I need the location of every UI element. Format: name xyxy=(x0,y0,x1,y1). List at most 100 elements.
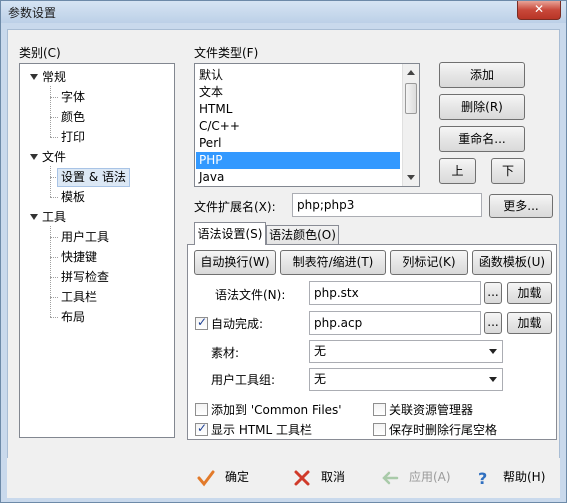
filetype-scrollbar[interactable] xyxy=(402,64,419,186)
cancel-label: 取消 xyxy=(321,470,346,484)
expand-triangle-icon[interactable] xyxy=(30,154,38,160)
load-syntax-button[interactable]: 加载 xyxy=(507,282,552,304)
function-template-button[interactable]: 函数模板(U) xyxy=(472,250,552,275)
add-common-files-checkbox[interactable] xyxy=(195,403,208,416)
cancel-button[interactable]: 取消 xyxy=(293,468,345,487)
ok-label: 确定 xyxy=(225,470,250,484)
tree-connector xyxy=(50,86,51,137)
apply-label: 应用(A) xyxy=(409,470,451,484)
filetype-label: 文件类型(F) xyxy=(194,46,259,60)
tree-connector xyxy=(50,137,58,138)
extension-input[interactable]: php;php3 xyxy=(292,193,482,217)
syntax-file-label: 语法文件(N): xyxy=(215,288,286,302)
auto-wrap-button[interactable]: 自动换行(W) xyxy=(194,250,276,275)
tree-connector xyxy=(50,97,58,98)
usertool-group-select[interactable]: 无 xyxy=(309,368,503,391)
list-item[interactable]: C/C++ xyxy=(196,118,400,135)
syntax-file-input[interactable]: php.stx xyxy=(309,281,481,305)
associate-explorer-label: 关联资源管理器 xyxy=(389,403,474,417)
tree-connector xyxy=(50,237,58,238)
tree-connector xyxy=(50,226,51,317)
tree-item-file[interactable]: 文件 xyxy=(42,149,66,166)
delete-button[interactable]: 删除(R) xyxy=(439,94,525,120)
expand-triangle-icon[interactable] xyxy=(30,214,38,220)
tree-item-tools[interactable]: 工具 xyxy=(42,209,66,226)
tree-connector xyxy=(50,117,58,118)
close-icon: ✕ xyxy=(533,2,545,16)
scroll-down-icon[interactable] xyxy=(407,175,415,180)
browse-syntax-button[interactable]: ... xyxy=(484,282,502,304)
ok-button[interactable]: 确定 xyxy=(197,468,249,487)
list-item[interactable]: 文本 xyxy=(196,84,400,101)
tree-item-template[interactable]: 模板 xyxy=(61,189,85,206)
help-label: 帮助(H) xyxy=(503,470,546,484)
check-icon xyxy=(197,470,215,486)
tree-item-shortcuts[interactable]: 快捷键 xyxy=(61,249,97,266)
expand-triangle-icon[interactable] xyxy=(30,74,38,80)
move-down-button[interactable]: 下 xyxy=(491,158,525,184)
tree-item-print[interactable]: 打印 xyxy=(61,129,85,146)
tree-item-user-tools[interactable]: 用户工具 xyxy=(61,229,109,246)
tree-item-general[interactable]: 常规 xyxy=(42,69,66,86)
list-item[interactable]: 默认 xyxy=(196,67,400,84)
title-bar[interactable]: 参数设置 ✕ xyxy=(1,1,566,23)
apply-button[interactable]: 应用(A) xyxy=(381,468,451,487)
category-label: 类别(C) xyxy=(19,46,61,60)
material-value: 无 xyxy=(314,344,327,358)
tree-item-color[interactable]: 颜色 xyxy=(61,109,85,126)
autocomplete-input[interactable]: php.acp xyxy=(309,311,481,335)
tree-item-font[interactable]: 字体 xyxy=(61,89,85,106)
tree-connector xyxy=(50,257,58,258)
tree-item-spellcheck[interactable]: 拼写检查 xyxy=(61,269,109,286)
column-marker-button[interactable]: 列标记(K) xyxy=(390,250,468,275)
syntax-settings-panel: 自动换行(W) 制表符/缩进(T) 列标记(K) 函数模板(U) 语法文件(N)… xyxy=(187,244,557,440)
add-common-files-label: 添加到 'Common Files' xyxy=(211,403,342,417)
tree-connector xyxy=(50,297,58,298)
dropdown-arrow-icon xyxy=(489,349,497,354)
tab-syntax-settings[interactable]: 语法设置(S) xyxy=(194,222,266,245)
list-item[interactable]: HTML xyxy=(196,101,400,118)
svg-text:?: ? xyxy=(478,469,487,487)
material-select[interactable]: 无 xyxy=(309,340,503,363)
tree-item-toolbar[interactable]: 工具栏 xyxy=(61,289,97,306)
associate-explorer-checkbox[interactable] xyxy=(373,403,386,416)
show-html-toolbar-checkbox[interactable] xyxy=(195,421,208,436)
load-autocomplete-button[interactable]: 加载 xyxy=(507,312,552,334)
material-label: 素材: xyxy=(211,346,240,360)
move-up-button[interactable]: 上 xyxy=(439,158,476,184)
rename-button[interactable]: 重命名... xyxy=(439,126,525,152)
tab-syntax-colors[interactable]: 语法颜色(O) xyxy=(266,225,339,245)
trim-trailing-spaces-checkbox[interactable] xyxy=(373,423,386,436)
list-item-selected[interactable]: PHP xyxy=(196,152,400,169)
autocomplete-label: 自动完成: xyxy=(211,317,264,331)
window-title: 参数设置 xyxy=(8,6,57,20)
dropdown-arrow-icon xyxy=(489,377,497,382)
add-button[interactable]: 添加 xyxy=(439,62,525,88)
tree-connector xyxy=(50,317,58,318)
tree-connector xyxy=(50,277,58,278)
help-button[interactable]: ? 帮助(H) xyxy=(475,468,545,487)
help-icon: ? xyxy=(478,469,487,487)
tree-item-settings-syntax[interactable]: 设置 & 语法 xyxy=(57,168,130,187)
tree-connector xyxy=(50,166,51,197)
scroll-up-icon[interactable] xyxy=(407,70,415,75)
tree-item-layout[interactable]: 布局 xyxy=(61,309,85,326)
dialog-footer: 确定 取消 应用(A) ? 帮助(H) xyxy=(7,458,560,498)
scrollbar-thumb[interactable] xyxy=(405,83,417,114)
close-button[interactable]: ✕ xyxy=(517,1,561,20)
show-html-toolbar-label: 显示 HTML 工具栏 xyxy=(211,423,313,437)
filetype-list[interactable]: 默认 文本 HTML C/C++ Perl PHP Java xyxy=(194,63,420,187)
cross-icon xyxy=(294,470,310,485)
usertool-group-label: 用户工具组: xyxy=(211,373,276,387)
category-tree[interactable]: 常规 字体 颜色 打印 文件 设置 & 语法 模板 工具 用户工具 快捷键 拼写… xyxy=(19,63,175,438)
tree-connector xyxy=(50,197,58,198)
autocomplete-checkbox[interactable] xyxy=(195,315,208,330)
list-item[interactable]: Java xyxy=(196,169,400,186)
dialog-body: 类别(C) 常规 字体 颜色 打印 文件 设置 & 语法 模板 工具 用户工具 … xyxy=(7,29,560,498)
trim-trailing-spaces-label: 保存时删除行尾空格 xyxy=(389,423,498,437)
list-item[interactable]: Perl xyxy=(196,135,400,152)
tab-indent-button[interactable]: 制表符/缩进(T) xyxy=(280,250,386,275)
browse-autocomplete-button[interactable]: ... xyxy=(484,312,502,334)
extension-label: 文件扩展名(X): xyxy=(194,200,276,214)
more-button[interactable]: 更多... xyxy=(489,194,553,218)
